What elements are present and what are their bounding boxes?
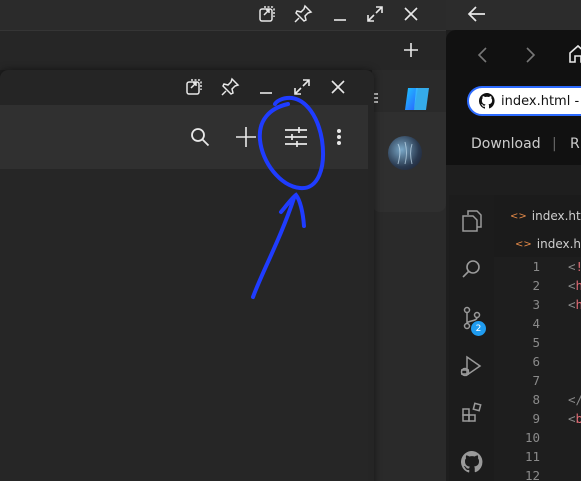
activity-bar xyxy=(449,195,494,481)
code-tag: h xyxy=(575,278,581,293)
separator: | xyxy=(552,136,557,152)
code-line: </ xyxy=(568,392,581,407)
code-tag: ! xyxy=(576,259,581,274)
new-tab-plus-icon[interactable] xyxy=(399,38,423,62)
html-file-icon: <> xyxy=(510,210,527,222)
pin-icon[interactable] xyxy=(291,2,315,26)
line-number: 11 xyxy=(524,449,540,464)
line-number: 2 xyxy=(532,278,540,293)
line-number: 1 xyxy=(532,259,540,274)
search-icon[interactable] xyxy=(459,256,485,282)
code-bracket: < xyxy=(568,411,576,426)
minimize-icon[interactable] xyxy=(254,75,278,99)
toolbar-strip: Download | R xyxy=(446,125,581,165)
line-number: 3 xyxy=(532,297,540,312)
editor-tab-label: index.htm xyxy=(531,209,581,223)
browser-back-icon[interactable] xyxy=(472,44,492,66)
minimize-icon[interactable] xyxy=(328,2,352,26)
active-tab[interactable]: index.html - xyxy=(467,86,581,116)
code-line: <h xyxy=(568,297,581,312)
editor-tab[interactable]: <> index.htm xyxy=(510,209,581,223)
code-tag: b xyxy=(575,411,581,426)
extensions-icon[interactable] xyxy=(459,400,485,426)
back-window-tabstrip xyxy=(0,30,446,70)
code-bracket: < xyxy=(568,278,576,293)
avatar[interactable] xyxy=(388,136,422,170)
code-tag: h xyxy=(575,297,581,312)
code-bracket: </ xyxy=(568,392,581,407)
scm-badge: 2 xyxy=(471,321,486,336)
snap-icon[interactable] xyxy=(182,75,206,99)
breadcrumb[interactable]: <> index.ht xyxy=(515,237,581,251)
sliders-icon[interactable] xyxy=(282,124,310,150)
next-link-partial[interactable]: R xyxy=(570,136,580,152)
line-number: 9 xyxy=(532,411,540,426)
front-panel-toolbar xyxy=(0,105,368,169)
line-number: 12 xyxy=(524,468,540,481)
github-icon[interactable] xyxy=(459,449,485,475)
code-line: <h xyxy=(568,278,581,293)
code-line: <! xyxy=(568,259,581,274)
line-number: 10 xyxy=(524,430,540,445)
more-vertical-icon[interactable] xyxy=(330,124,348,150)
line-number: 7 xyxy=(532,373,540,388)
run-debug-icon[interactable] xyxy=(457,352,485,380)
snap-icon[interactable] xyxy=(255,2,279,26)
tab-title: index.html - xyxy=(501,93,580,109)
back-arrow-icon[interactable] xyxy=(464,2,490,26)
home-icon[interactable] xyxy=(566,42,581,66)
close-icon[interactable] xyxy=(399,2,423,26)
explorer-icon[interactable] xyxy=(459,208,485,234)
code-line: <b xyxy=(568,411,581,426)
line-number: 6 xyxy=(532,354,540,369)
github-icon xyxy=(479,93,495,109)
breadcrumb-label: index.ht xyxy=(536,237,581,251)
line-number: 4 xyxy=(532,316,540,331)
browser-nav-bar xyxy=(446,30,581,80)
download-link[interactable]: Download xyxy=(471,136,541,152)
code-bracket: < xyxy=(568,259,576,274)
close-icon[interactable] xyxy=(326,75,350,99)
plus-icon[interactable] xyxy=(233,124,259,150)
copilot-icon[interactable] xyxy=(400,82,434,116)
search-icon[interactable] xyxy=(187,124,213,150)
browser-forward-icon[interactable] xyxy=(521,44,541,66)
pin-icon[interactable] xyxy=(218,75,242,99)
expand-icon[interactable] xyxy=(363,2,387,26)
code-bracket: < xyxy=(568,297,576,312)
front-panel-body xyxy=(0,169,368,481)
html-file-icon: <> xyxy=(515,238,532,250)
line-number: 5 xyxy=(532,335,540,350)
line-number: 8 xyxy=(532,392,540,407)
expand-icon[interactable] xyxy=(290,75,314,99)
